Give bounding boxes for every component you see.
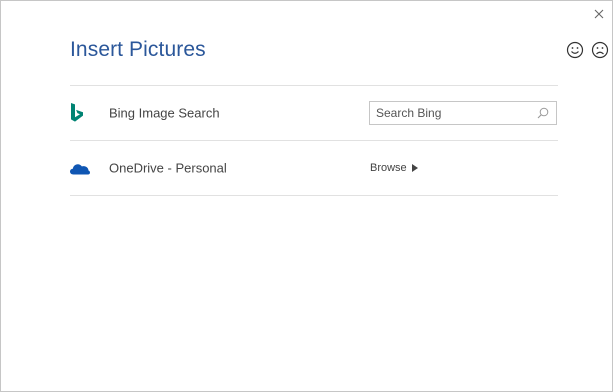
feedback-buttons [566, 41, 609, 59]
insert-pictures-dialog: Insert Pictures Bing Image Search OneDri… [0, 0, 613, 392]
frown-icon[interactable] [591, 41, 609, 59]
search-icon[interactable] [536, 106, 550, 120]
onedrive-personal-label: OneDrive - Personal [109, 160, 227, 176]
divider [70, 195, 558, 196]
bing-image-search-label: Bing Image Search [109, 105, 220, 121]
close-icon[interactable] [592, 7, 606, 21]
triangle-right-icon [411, 164, 418, 172]
bing-search-box [369, 101, 557, 125]
browse-label: Browse [370, 162, 407, 174]
bing-search-input[interactable] [370, 102, 526, 124]
smile-icon[interactable] [566, 41, 584, 59]
dialog-title: Insert Pictures [70, 38, 206, 61]
onedrive-cloud-icon [70, 164, 90, 175]
source-row-onedrive: OneDrive - Personal Browse [70, 141, 558, 195]
browse-button[interactable]: Browse [370, 162, 418, 174]
bing-icon [71, 103, 83, 122]
source-row-bing: Bing Image Search [70, 86, 558, 140]
